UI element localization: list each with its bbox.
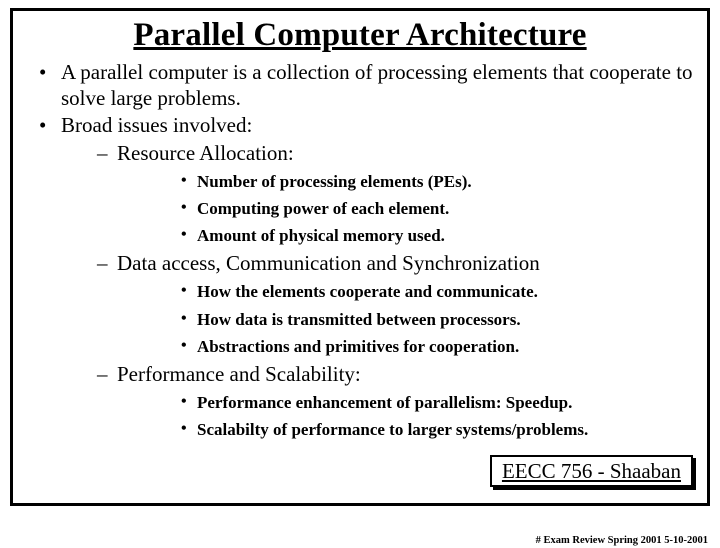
subsub-list: How the elements cooperate and communica…	[117, 278, 693, 360]
bullet-text: Broad issues involved:	[61, 113, 252, 137]
subsub-item: How data is transmitted between processo…	[117, 306, 693, 333]
sub-item: Data access, Communication and Synchroni…	[61, 249, 693, 360]
sub-text: Data access, Communication and Synchroni…	[117, 251, 540, 275]
sub-text: Resource Allocation:	[117, 141, 294, 165]
sub-item: Resource Allocation: Number of processin…	[61, 139, 693, 250]
subsub-item: Scalabilty of performance to larger syst…	[117, 416, 693, 443]
sub-list: Resource Allocation: Number of processin…	[61, 139, 693, 443]
subsub-list: Number of processing elements (PEs). Com…	[117, 168, 693, 250]
footer-badge: EECC 756 - Shaaban	[490, 455, 693, 487]
bullet-list: A parallel computer is a collection of p…	[27, 60, 693, 443]
footer-main-text: EECC 756 - Shaaban	[490, 455, 693, 487]
bullet-item: Broad issues involved: Resource Allocati…	[27, 113, 693, 443]
footer-sub-text: # Exam Review Spring 2001 5-10-2001	[536, 535, 708, 546]
slide-frame: Parallel Computer Architecture A paralle…	[10, 8, 710, 506]
subsub-item: Amount of physical memory used.	[117, 222, 693, 249]
subsub-list: Performance enhancement of parallelism: …	[117, 389, 693, 443]
subsub-item: Performance enhancement of parallelism: …	[117, 389, 693, 416]
subsub-item: How the elements cooperate and communica…	[117, 278, 693, 305]
bullet-item: A parallel computer is a collection of p…	[27, 60, 693, 111]
sub-item: Performance and Scalability: Performance…	[61, 360, 693, 443]
subsub-item: Number of processing elements (PEs).	[117, 168, 693, 195]
subsub-item: Computing power of each element.	[117, 195, 693, 222]
sub-text: Performance and Scalability:	[117, 362, 361, 386]
slide-title: Parallel Computer Architecture	[27, 17, 693, 54]
subsub-item: Abstractions and primitives for cooperat…	[117, 333, 693, 360]
